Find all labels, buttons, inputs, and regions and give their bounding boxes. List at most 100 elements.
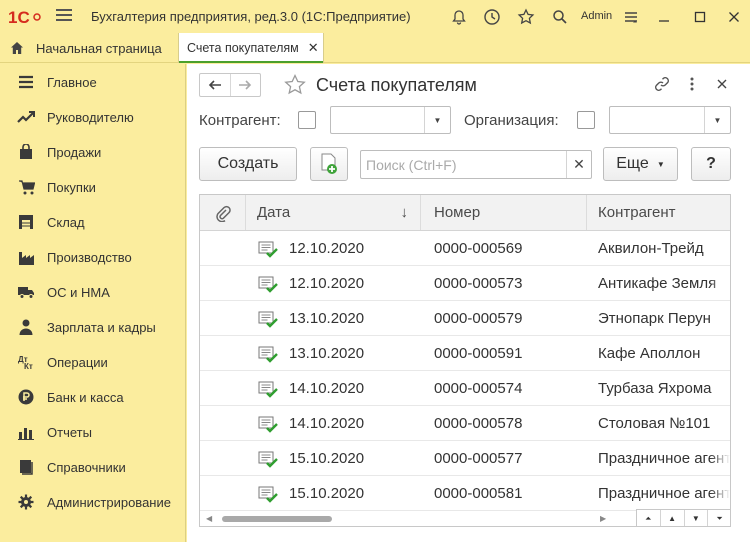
link-icon[interactable] [653, 75, 671, 93]
sidebar-item-production[interactable]: Производство [0, 240, 186, 274]
counterparty-cell: Кафе Аполлон [598, 344, 701, 362]
shopping-bag-icon [17, 143, 35, 161]
counterparty-filter-checkbox[interactable] [298, 111, 316, 129]
tab-invoices[interactable]: Счета покупателям ✕ [178, 33, 324, 63]
bell-icon[interactable] [449, 7, 469, 27]
maximize-icon[interactable] [690, 7, 710, 27]
counterparty-cell: Праздничное агентство [598, 484, 730, 502]
dropdown-arrow-icon[interactable]: ▼ [424, 107, 450, 133]
posted-document-icon [258, 486, 278, 503]
create-button[interactable]: Создать [199, 147, 297, 181]
favorite-star-icon[interactable] [283, 73, 307, 97]
1c-logo-icon[interactable]: 1С [8, 8, 42, 26]
minimize-icon[interactable] [654, 7, 674, 27]
sidebar-item-reports[interactable]: Отчеты [0, 415, 186, 449]
last-page-icon[interactable]: ⏷ [708, 510, 730, 526]
table-row[interactable]: 15.10.2020 0000-000577 Праздничное агентст… [200, 441, 730, 476]
attachment-column-header[interactable] [200, 195, 246, 230]
sidebar-item-sales[interactable]: Продажи [0, 135, 186, 169]
close-form-icon[interactable] [713, 75, 731, 93]
back-arrow-icon[interactable] [200, 74, 230, 96]
counterparty-cell: Столовая №101 [598, 414, 711, 432]
posted-document-icon [258, 276, 278, 293]
sidebar: Главное Руководителю Продажи Покупки Скл… [0, 64, 186, 542]
trend-icon [17, 108, 35, 126]
sidebar-item-warehouse[interactable]: Склад [0, 205, 186, 239]
sidebar-item-admin[interactable]: Администрирование [0, 485, 186, 519]
menu-lines-icon [17, 73, 35, 91]
scroll-left-icon[interactable]: ◀ [206, 514, 212, 523]
date-cell: 12.10.2020 [289, 274, 365, 292]
settings-menu-icon[interactable] [621, 7, 641, 27]
page-down-icon[interactable]: ▼ [685, 510, 709, 526]
app-title: Бухгалтерия предприятия, ред.3.0 (1С:Пре… [91, 9, 411, 24]
posted-document-icon [258, 241, 278, 258]
home-icon [11, 42, 23, 54]
posted-document-icon [258, 451, 278, 468]
tab-home[interactable]: Начальная страница [0, 33, 174, 63]
sidebar-item-label: Отчеты [47, 424, 92, 440]
create-copy-button[interactable] [310, 147, 348, 181]
sidebar-item-operations[interactable]: Дт Кт Операции [0, 345, 186, 379]
table-row[interactable]: 13.10.2020 0000-000591 Кафе Аполлон [200, 336, 730, 371]
posted-document-icon [258, 311, 278, 328]
cart-icon [17, 178, 35, 196]
org-filter-checkbox[interactable] [577, 111, 595, 129]
horizontal-scrollbar[interactable]: ◀ ▶ [200, 511, 620, 526]
table-row[interactable]: 15.10.2020 0000-000581 Праздничное агентст… [200, 476, 730, 511]
column-header-counterparty[interactable]: Контрагент [587, 195, 730, 230]
sidebar-item-label: Зарплата и кадры [47, 319, 156, 335]
sidebar-item-manager[interactable]: Руководителю [0, 100, 186, 134]
column-header-label: Дата [257, 204, 291, 221]
dropdown-arrow-icon[interactable]: ▼ [704, 107, 730, 133]
list-pager: ⏶ ▲ ▼ ⏷ [636, 509, 730, 526]
number-cell: 0000-000569 [434, 239, 523, 257]
person-icon [17, 318, 35, 336]
page-up-icon[interactable]: ▲ [661, 510, 685, 526]
posted-document-icon [258, 381, 278, 398]
more-vertical-icon[interactable] [683, 75, 701, 93]
sidebar-item-fixed-assets[interactable]: ОС и НМА [0, 275, 186, 309]
form-title: Счета покупателям [316, 75, 477, 95]
column-header-number[interactable]: Номер [421, 195, 587, 230]
close-window-icon[interactable] [724, 7, 744, 27]
sidebar-item-main[interactable]: Главное [0, 65, 186, 99]
number-cell: 0000-000591 [434, 344, 523, 362]
title-bar: 1С Бухгалтерия предприятия, ред.3.0 (1С:… [0, 0, 750, 33]
first-page-icon[interactable]: ⏶ [637, 510, 661, 526]
sidebar-item-label: Руководителю [47, 109, 134, 125]
table-row[interactable]: 14.10.2020 0000-000574 Турбаза Яхрома [200, 371, 730, 406]
clear-search-icon[interactable]: ✕ [566, 151, 591, 178]
sidebar-item-catalogs[interactable]: Справочники [0, 450, 186, 484]
column-header-date[interactable]: Дата ↓ [246, 195, 421, 230]
org-select[interactable]: ▼ [609, 106, 731, 134]
more-button[interactable]: Еще ▼ [603, 147, 678, 181]
favorites-star-icon[interactable] [516, 7, 536, 27]
table-row[interactable]: 14.10.2020 0000-000578 Столовая №101 [200, 406, 730, 441]
number-cell: 0000-000581 [434, 484, 523, 502]
tab-close-icon[interactable]: ✕ [308, 40, 319, 56]
posted-document-icon [258, 416, 278, 433]
scroll-right-icon[interactable]: ▶ [600, 514, 606, 523]
help-button[interactable]: ? [691, 147, 731, 181]
table-row[interactable]: 13.10.2020 0000-000579 Этнопарк Перун [200, 301, 730, 336]
main-menu-icon[interactable] [56, 9, 72, 23]
search-input[interactable] [361, 151, 566, 178]
search-icon[interactable] [550, 7, 570, 27]
history-icon[interactable] [482, 7, 502, 27]
ruble-coin-icon [17, 388, 35, 406]
sidebar-item-payroll[interactable]: Зарплата и кадры [0, 310, 186, 344]
sidebar-item-purchases[interactable]: Покупки [0, 170, 186, 204]
counterparty-cell: Праздничное агентство [598, 449, 730, 467]
scroll-thumb[interactable] [222, 516, 332, 522]
sidebar-item-label: Производство [47, 249, 132, 265]
user-name[interactable]: Admin [581, 10, 612, 22]
sidebar-item-bank[interactable]: Банк и касса [0, 380, 186, 414]
sidebar-item-label: Администрирование [47, 494, 171, 510]
date-cell: 14.10.2020 [289, 414, 365, 432]
counterparty-select[interactable]: ▼ [330, 106, 451, 134]
table-row[interactable]: 12.10.2020 0000-000573 Антикафе Земля [200, 266, 730, 301]
forward-arrow-icon[interactable] [229, 74, 260, 96]
gear-icon [17, 493, 35, 511]
table-row[interactable]: 12.10.2020 0000-000569 Аквилон-Трейд [200, 231, 730, 266]
